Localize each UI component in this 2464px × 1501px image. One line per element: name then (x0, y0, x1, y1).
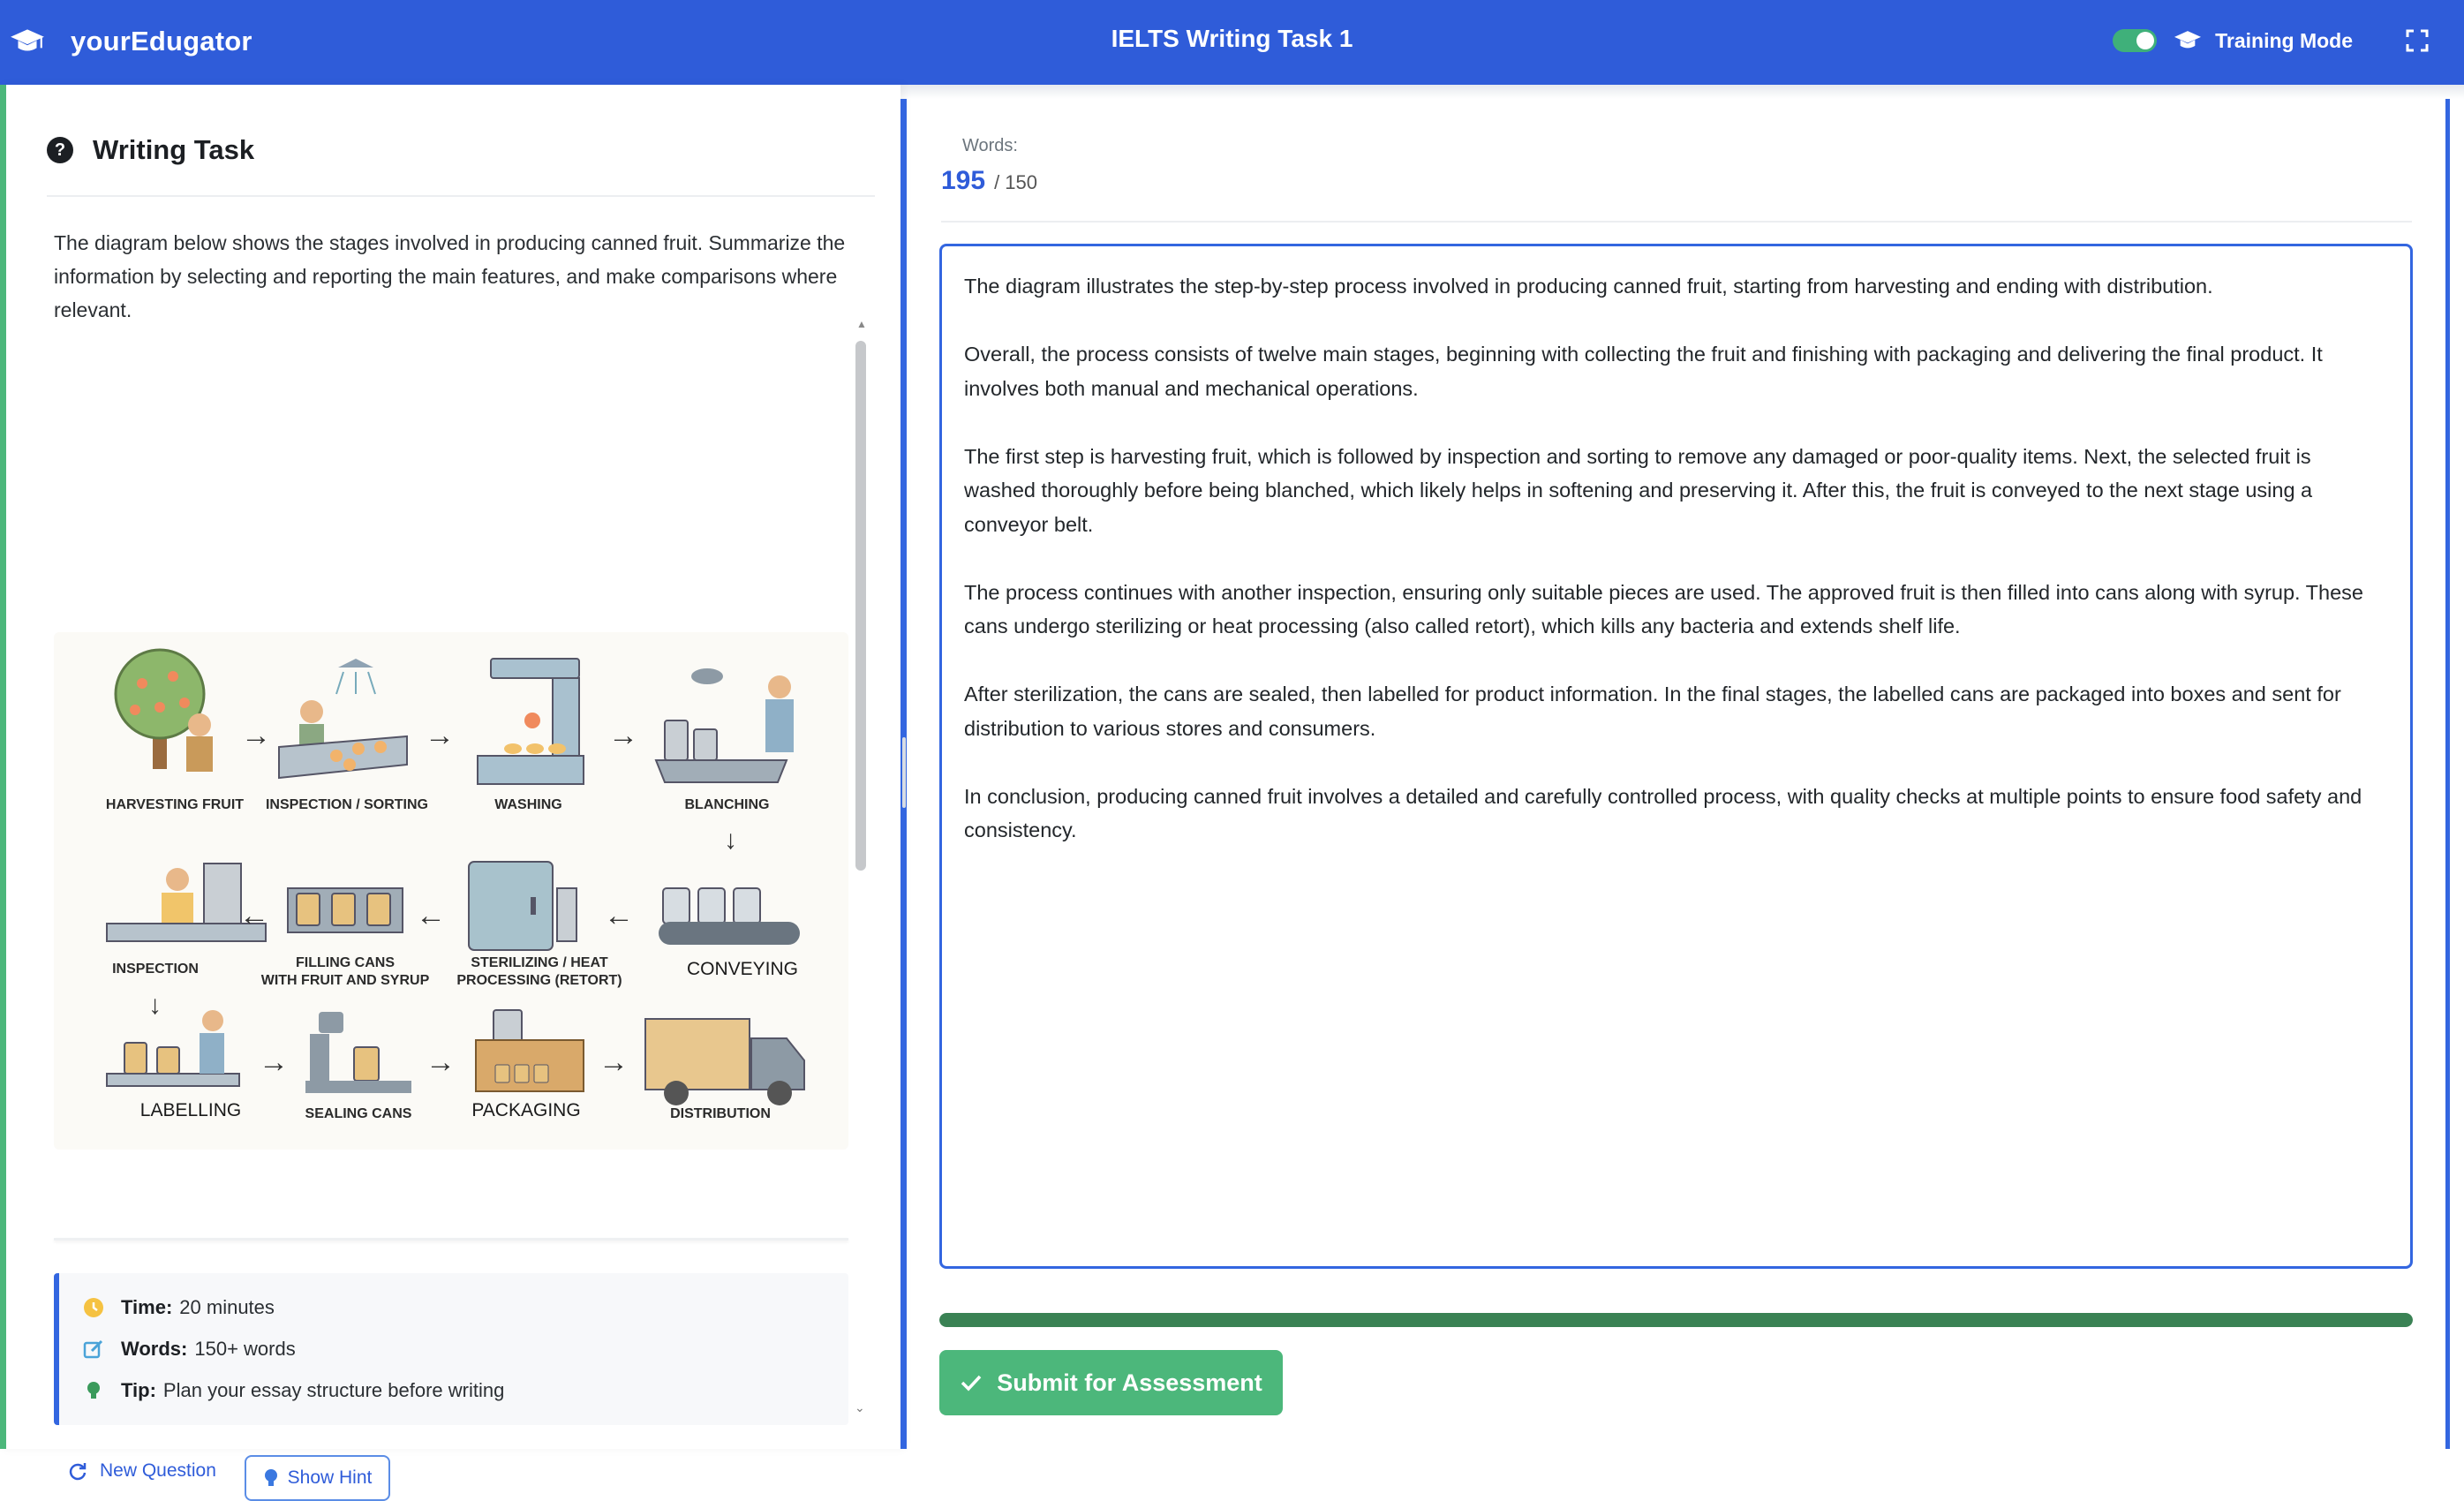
question-circle-icon: ? (47, 137, 73, 163)
info-words-label: Words: (121, 1338, 188, 1360)
word-count-target: / 150 (994, 171, 1037, 193)
stage-label-line: WITH FRUIT AND SYRUP (260, 973, 430, 988)
expand-icon[interactable] (2406, 29, 2429, 52)
pencil-square-icon (83, 1339, 103, 1359)
svg-text:→: → (426, 1045, 456, 1079)
stage-label-line: PROCESSING (RETORT) (456, 973, 622, 988)
scroll-down-arrow-icon[interactable]: ⌄ (855, 1400, 865, 1415)
info-words: Words: 150+ words (82, 1338, 296, 1361)
svg-text:→: → (241, 719, 271, 752)
divider (941, 221, 2412, 223)
essay-paragraph: The diagram illustrates the step-by-step… (964, 275, 2213, 298)
top-right-controls: Training Mode (2113, 23, 2429, 58)
info-tip: Tip: Plan your essay structure before wr… (82, 1379, 504, 1402)
info-time: Time: 20 minutes (82, 1296, 275, 1319)
essay-textarea[interactable]: The diagram illustrates the step-by-step… (939, 244, 2413, 1269)
svg-text:←: ← (416, 899, 446, 932)
divider (54, 1238, 848, 1241)
refresh-icon (69, 1463, 87, 1481)
new-question-label: New Question (100, 1460, 216, 1481)
word-counter: 195 / 150 (941, 166, 1037, 196)
info-tip-value: Plan your essay structure before writing (162, 1379, 505, 1401)
svg-text:→: → (608, 719, 638, 752)
conveyor-illustration (659, 887, 800, 945)
page-title: IELTS Writing Task 1 (1111, 25, 1353, 52)
scrollbar-thumb[interactable] (855, 341, 866, 871)
task-title: Writing Task (93, 134, 255, 165)
filling-illustration (287, 887, 403, 933)
stage-label-line: FILLING CANS (296, 955, 395, 970)
word-progress-fill (939, 1313, 2413, 1327)
submit-label: Submit for Assessment (997, 1369, 1262, 1396)
svg-text:→: → (425, 719, 455, 752)
lightbulb-icon (264, 1469, 277, 1486)
stage-label: HARVESTING FRUIT (105, 797, 245, 812)
word-count-label: Words: (962, 136, 1018, 155)
sorting-illustration (278, 659, 408, 780)
washing-illustration (477, 658, 584, 785)
stage-label: BLANCHING (684, 797, 770, 812)
svg-text:→: → (599, 1045, 629, 1079)
training-mode-label: Training Mode (2215, 28, 2353, 52)
stage-label: CONVEYING (686, 959, 799, 979)
stage-label: FILLING CANS WITH FRUIT AND SYRUP (248, 954, 442, 990)
essay-paragraph: The process continues with another inspe… (964, 580, 2363, 638)
stage-label: LABELLING (139, 1100, 242, 1120)
essay-paragraph: In conclusion, producing canned fruit in… (964, 784, 2362, 842)
truck-illustration (644, 1018, 805, 1105)
tree-illustration (114, 648, 213, 772)
essay-paragraph: Overall, the process consists of twelve … (964, 343, 2323, 400)
labelling-illustration (106, 1010, 240, 1087)
lightbulb-icon (87, 1382, 100, 1399)
stage-label: SEALING CANS (305, 1106, 412, 1121)
retort-illustration (468, 861, 577, 951)
essay-paragraph: After sterilization, the cans are sealed… (964, 683, 2341, 740)
process-diagram: → → → ↓ ← ← ← ↓ → → → HARVESTING FRUIT I… (54, 632, 848, 1150)
divider (47, 195, 875, 197)
svg-text:→: → (259, 1045, 289, 1079)
task-header: ? Writing Task (47, 134, 254, 166)
task-info-box: Time: 20 minutes Words: 150+ words Tip: … (54, 1273, 848, 1425)
show-hint-label: Show Hint (287, 1467, 373, 1488)
svg-text:←: ← (239, 899, 269, 932)
sealing-illustration (305, 1012, 411, 1093)
blanching-illustration (654, 668, 794, 783)
splitter-handle[interactable] (902, 737, 906, 808)
info-time-label: Time: (121, 1296, 173, 1318)
check-icon (961, 1375, 982, 1392)
training-mode-toggle[interactable] (2113, 29, 2158, 52)
info-tip-label: Tip: (121, 1379, 156, 1401)
essay-paragraph: The first step is harvesting fruit, whic… (964, 444, 2313, 536)
new-question-button[interactable]: New Question (68, 1460, 216, 1482)
svg-text:↓: ↓ (148, 991, 162, 1020)
info-time-value: 20 minutes (179, 1296, 275, 1318)
stage-label: DISTRIBUTION (670, 1106, 771, 1121)
scroll-up-arrow-icon[interactable]: ▲ (856, 318, 867, 330)
svg-text:←: ← (604, 899, 634, 932)
show-hint-button[interactable]: Show Hint (245, 1455, 390, 1501)
packaging-illustration (475, 1009, 584, 1092)
stage-label: STERILIZING / HEAT PROCESSING (RETORT) (442, 954, 637, 990)
stage-label: WASHING (494, 797, 562, 812)
submit-button[interactable]: Submit for Assessment (939, 1350, 1283, 1415)
clock-icon (84, 1298, 103, 1317)
stage-label-line: STERILIZING / HEAT (471, 955, 608, 970)
svg-text:↓: ↓ (724, 826, 737, 855)
stage-label: PACKAGING (471, 1100, 581, 1120)
top-navbar: yourEdugator IELTS Writing Task 1 Traini… (0, 0, 2464, 85)
task-prompt: The diagram below shows the stages invol… (54, 231, 846, 321)
graduation-cap-icon (2174, 31, 2202, 49)
word-count-value: 195 (941, 166, 986, 195)
word-progress-bar (939, 1313, 2413, 1327)
info-words-value: 150+ words (194, 1338, 296, 1360)
right-border (2445, 99, 2450, 1449)
process-diagram-illustration: → → → ↓ ← ← ← ↓ → → → (106, 648, 805, 1105)
task-panel: ? Writing Task The diagram below shows t… (0, 85, 900, 1501)
stage-label: INSPECTION (112, 962, 199, 977)
stage-label: INSPECTION / SORTING (265, 797, 428, 812)
